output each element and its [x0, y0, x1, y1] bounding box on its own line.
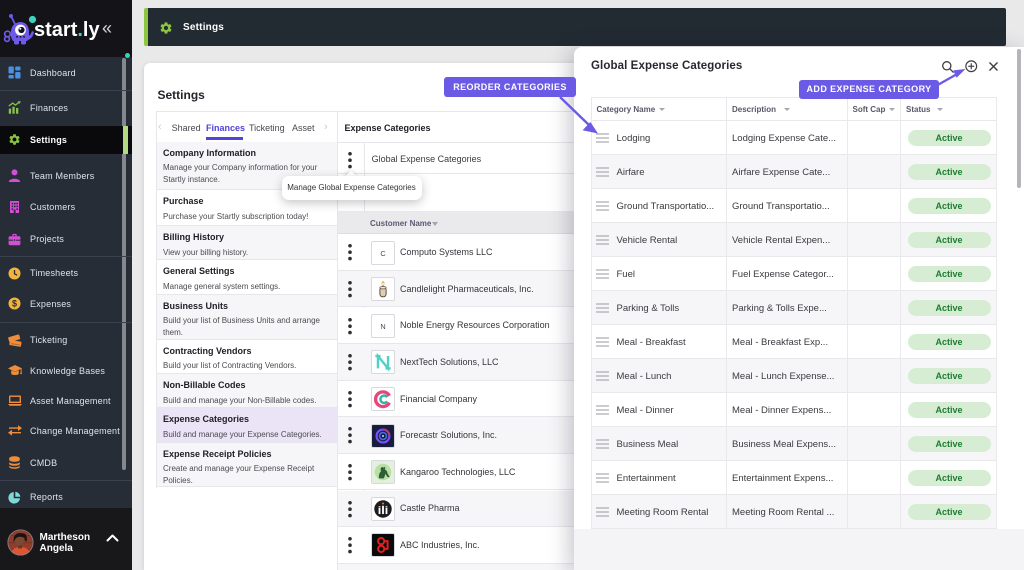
svg-text:N: N: [380, 322, 385, 331]
svg-text:C: C: [380, 248, 386, 257]
svg-text:$: $: [12, 299, 17, 309]
